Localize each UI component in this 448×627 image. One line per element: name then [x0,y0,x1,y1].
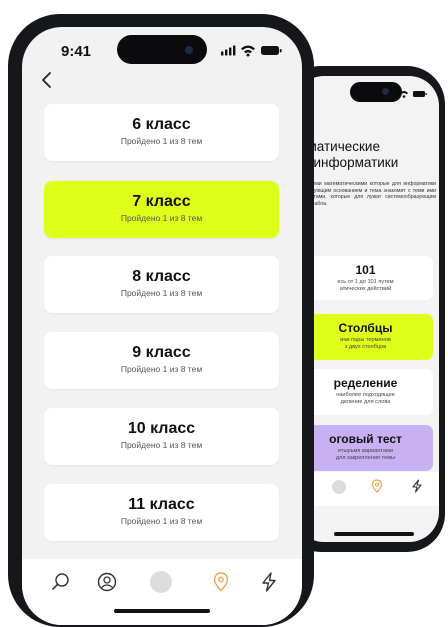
back-card-subtitle: ини пары терминов з двух столбцов [340,337,391,350]
location-pin-icon[interactable] [371,479,383,493]
camera-icon [185,46,193,54]
class-card-8[interactable]: 8 класс Пройдено 1 из 8 тем [44,256,279,313]
home-indicator [114,609,210,613]
class-card-6[interactable]: 6 класс Пройдено 1 из 8 тем [44,104,279,161]
class-card-progress: Пройдено 1 из 8 тем [120,364,203,374]
back-card-title: оговый тест [329,432,402,446]
back-card-title: Столбцы [338,321,393,335]
class-card-progress: Пройдено 1 из 8 тем [120,440,203,450]
back-status-icons [382,86,432,98]
battery-icon [261,46,282,55]
back-card-title: ределение [333,376,398,390]
status-icons [219,43,283,57]
back-description: т с теми математическими которые для инф… [300,181,436,207]
back-tabbar [294,472,439,506]
search-icon[interactable] [48,569,74,595]
dynamic-island [117,35,207,64]
class-card-progress: Пройдено 1 из 8 тем [120,136,203,146]
class-card-progress: Пройдено 1 из 8 тем [120,213,203,223]
signal-icon [221,45,236,56]
lightning-icon[interactable] [256,569,282,595]
status-time: 9:41 [61,43,92,60]
front-phone-screen: 9:41 6 класс Пройдено 1 из 8 тем 7 класс… [22,27,302,625]
back-card-101[interactable]: 101 есь от 1 до 101 путем атических дейст… [298,256,433,300]
class-card-10[interactable]: 10 класс Пройдено 1 из 8 тем [44,408,279,465]
location-pin-icon[interactable] [208,569,234,595]
class-card-title: 7 класс [132,193,191,210]
back-home-indicator [334,532,414,536]
back-phone-screen: ематические ы информатики т с теми матем… [294,76,439,542]
back-card-subtitle: есь от 1 до 101 путем атических действий [337,279,394,292]
class-card-11[interactable]: 11 класс Пройдено 1 из 8 тем [44,484,279,541]
tab-bar [22,559,302,625]
back-card-definition[interactable]: ределение наиболее подходящее деление для… [298,369,433,415]
back-card-subtitle: наиболее подходящее деление для слова [336,392,395,405]
home-circle-icon[interactable] [332,480,346,494]
class-card-title: 8 класс [132,268,191,285]
back-page-title: ематические ы информатики [300,139,399,170]
back-arrow-icon[interactable] [36,69,58,91]
lightning-icon[interactable] [411,479,423,493]
class-card-title: 10 класс [127,420,196,437]
home-circle-icon[interactable] [150,571,172,593]
back-card-subtitle: етырьмя вариантами для закрепления темы [335,448,396,461]
profile-icon[interactable] [94,569,120,595]
wifi-icon [241,45,255,57]
class-card-title: 11 класс [128,496,195,513]
class-card-title: 6 класс [132,116,191,133]
class-card-9[interactable]: 9 класс Пройдено 1 из 8 тем [44,332,279,389]
class-card-progress: Пройдено 1 из 8 тем [120,516,203,526]
back-card-title: 101 [355,263,376,277]
class-card-progress: Пройдено 1 из 8 тем [120,288,203,298]
back-card-columns[interactable]: Столбцы ини пары терминов з двух столбцов [298,314,433,360]
class-card-7[interactable]: 7 класс Пройдено 1 из 8 тем [44,181,279,238]
back-card-final-test[interactable]: оговый тест етырьмя вариантами для закреп… [298,425,433,471]
class-card-title: 9 класс [132,344,191,361]
